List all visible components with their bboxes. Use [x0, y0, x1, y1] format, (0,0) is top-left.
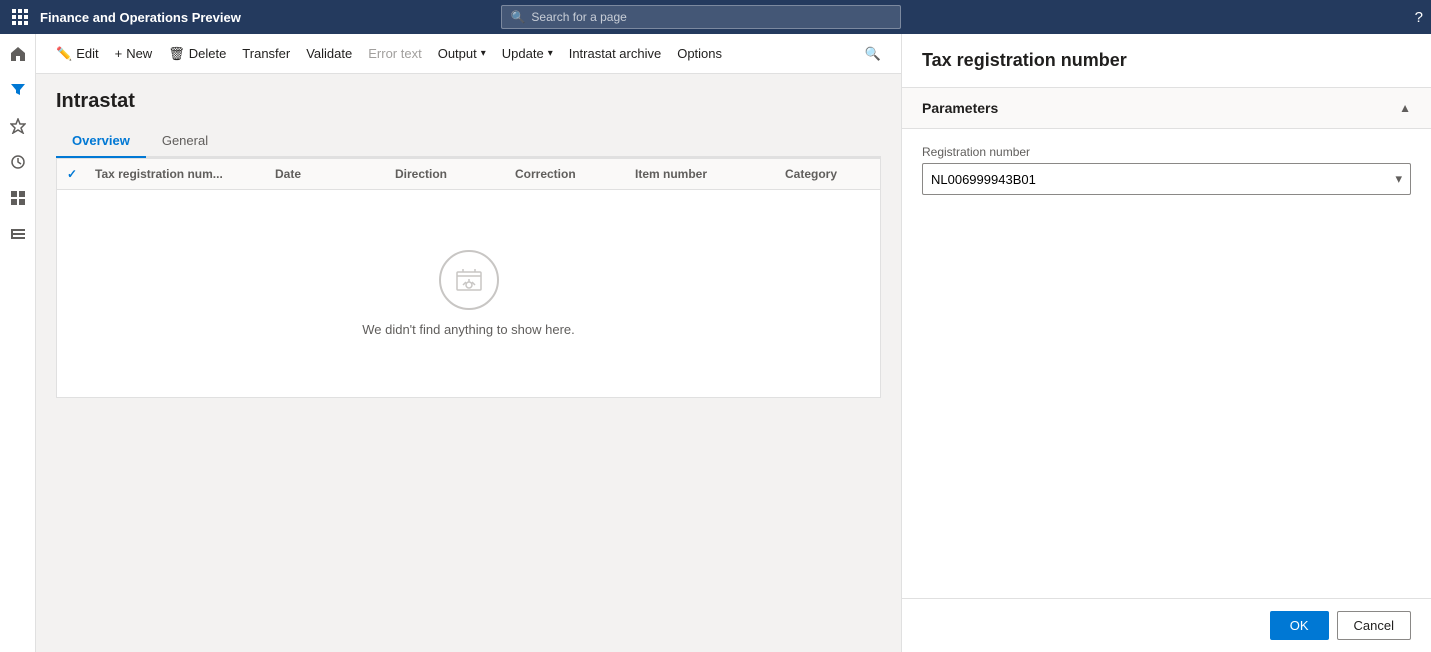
filter-icon[interactable] — [2, 74, 34, 106]
content-area: ✏️ Edit + New 🗑 Delete Transfer Validate… — [36, 34, 901, 652]
col-category: Category — [777, 159, 897, 189]
col-checkbox: ✓ — [57, 159, 87, 189]
update-dropdown-icon: ▾ — [548, 48, 553, 59]
update-button[interactable]: Update ▾ — [494, 34, 561, 73]
section-title: Parameters — [922, 100, 998, 116]
table-header: ✓ Tax registration num... Date Direction… — [57, 159, 880, 190]
cancel-button[interactable]: Cancel — [1337, 611, 1411, 640]
registration-number-select[interactable]: NL006999943B01 ▾ — [922, 163, 1411, 195]
collapse-icon[interactable]: ▲ — [1399, 101, 1411, 115]
panel-footer: OK Cancel — [902, 598, 1431, 652]
action-bar: ✏️ Edit + New 🗑 Delete Transfer Validate… — [36, 34, 901, 74]
select-arrow-icon: ▾ — [1395, 171, 1402, 187]
workspace-icon[interactable] — [2, 182, 34, 214]
ok-button[interactable]: OK — [1270, 611, 1329, 640]
recent-icon[interactable] — [2, 146, 34, 178]
col-tax-reg: Tax registration num... — [87, 159, 267, 189]
options-button[interactable]: Options — [669, 34, 730, 73]
new-icon: + — [115, 46, 123, 61]
col-date: Date — [267, 159, 387, 189]
page-content: Intrastat Overview General ✓ Tax registr… — [36, 74, 901, 652]
delete-button[interactable]: 🗑 Delete — [160, 34, 234, 73]
delete-icon: 🗑 — [168, 46, 185, 62]
empty-state: We didn't find anything to show here. — [57, 190, 880, 397]
tabs: Overview General — [56, 125, 881, 158]
page-title: Intrastat — [56, 90, 881, 113]
apps-icon[interactable] — [8, 5, 32, 29]
field-label: Registration number — [922, 145, 1411, 159]
modules-icon[interactable] — [2, 218, 34, 250]
col-direction: Direction — [387, 159, 507, 189]
right-panel: Tax registration number Parameters ▲ Reg… — [901, 34, 1431, 652]
panel-title: Tax registration number — [922, 50, 1411, 71]
sidebar — [0, 34, 36, 652]
output-button[interactable]: Output ▾ — [430, 34, 494, 73]
panel-header: Tax registration number — [902, 34, 1431, 88]
intrastat-archive-button[interactable]: Intrastat archive — [561, 34, 670, 73]
tab-overview[interactable]: Overview — [56, 125, 146, 158]
search-input[interactable] — [531, 10, 892, 24]
error-text-button[interactable]: Error text — [360, 34, 429, 73]
new-button[interactable]: + New — [107, 34, 161, 73]
search-icon: 🔍 — [510, 10, 525, 24]
app-title: Finance and Operations Preview — [40, 10, 241, 25]
top-bar: Finance and Operations Preview 🔍 ? — [0, 0, 1431, 34]
tab-general[interactable]: General — [146, 125, 224, 158]
search-action-button[interactable]: 🔍 — [857, 34, 889, 73]
edit-icon: ✏️ — [56, 46, 72, 62]
registration-number-value: NL006999943B01 — [931, 172, 1036, 187]
col-correction: Correction — [507, 159, 627, 189]
empty-state-icon — [439, 250, 499, 310]
col-item-number: Item number — [627, 159, 777, 189]
panel-body: Registration number NL006999943B01 ▾ — [902, 129, 1431, 598]
home-icon[interactable] — [2, 38, 34, 70]
empty-message: We didn't find anything to show here. — [362, 322, 575, 337]
data-table: ✓ Tax registration num... Date Direction… — [56, 158, 881, 398]
main-layout: ✏️ Edit + New 🗑 Delete Transfer Validate… — [0, 34, 1431, 652]
search-bar[interactable]: 🔍 — [501, 5, 901, 29]
favorites-icon[interactable] — [2, 110, 34, 142]
search-action-icon: 🔍 — [865, 46, 881, 62]
help-icon[interactable]: ? — [1415, 9, 1423, 26]
transfer-button[interactable]: Transfer — [234, 34, 298, 73]
select-all-checkbox[interactable]: ✓ — [67, 167, 77, 181]
panel-section-header: Parameters ▲ — [902, 88, 1431, 129]
validate-button[interactable]: Validate — [298, 34, 360, 73]
edit-button[interactable]: ✏️ Edit — [48, 34, 107, 73]
output-dropdown-icon: ▾ — [481, 48, 486, 59]
